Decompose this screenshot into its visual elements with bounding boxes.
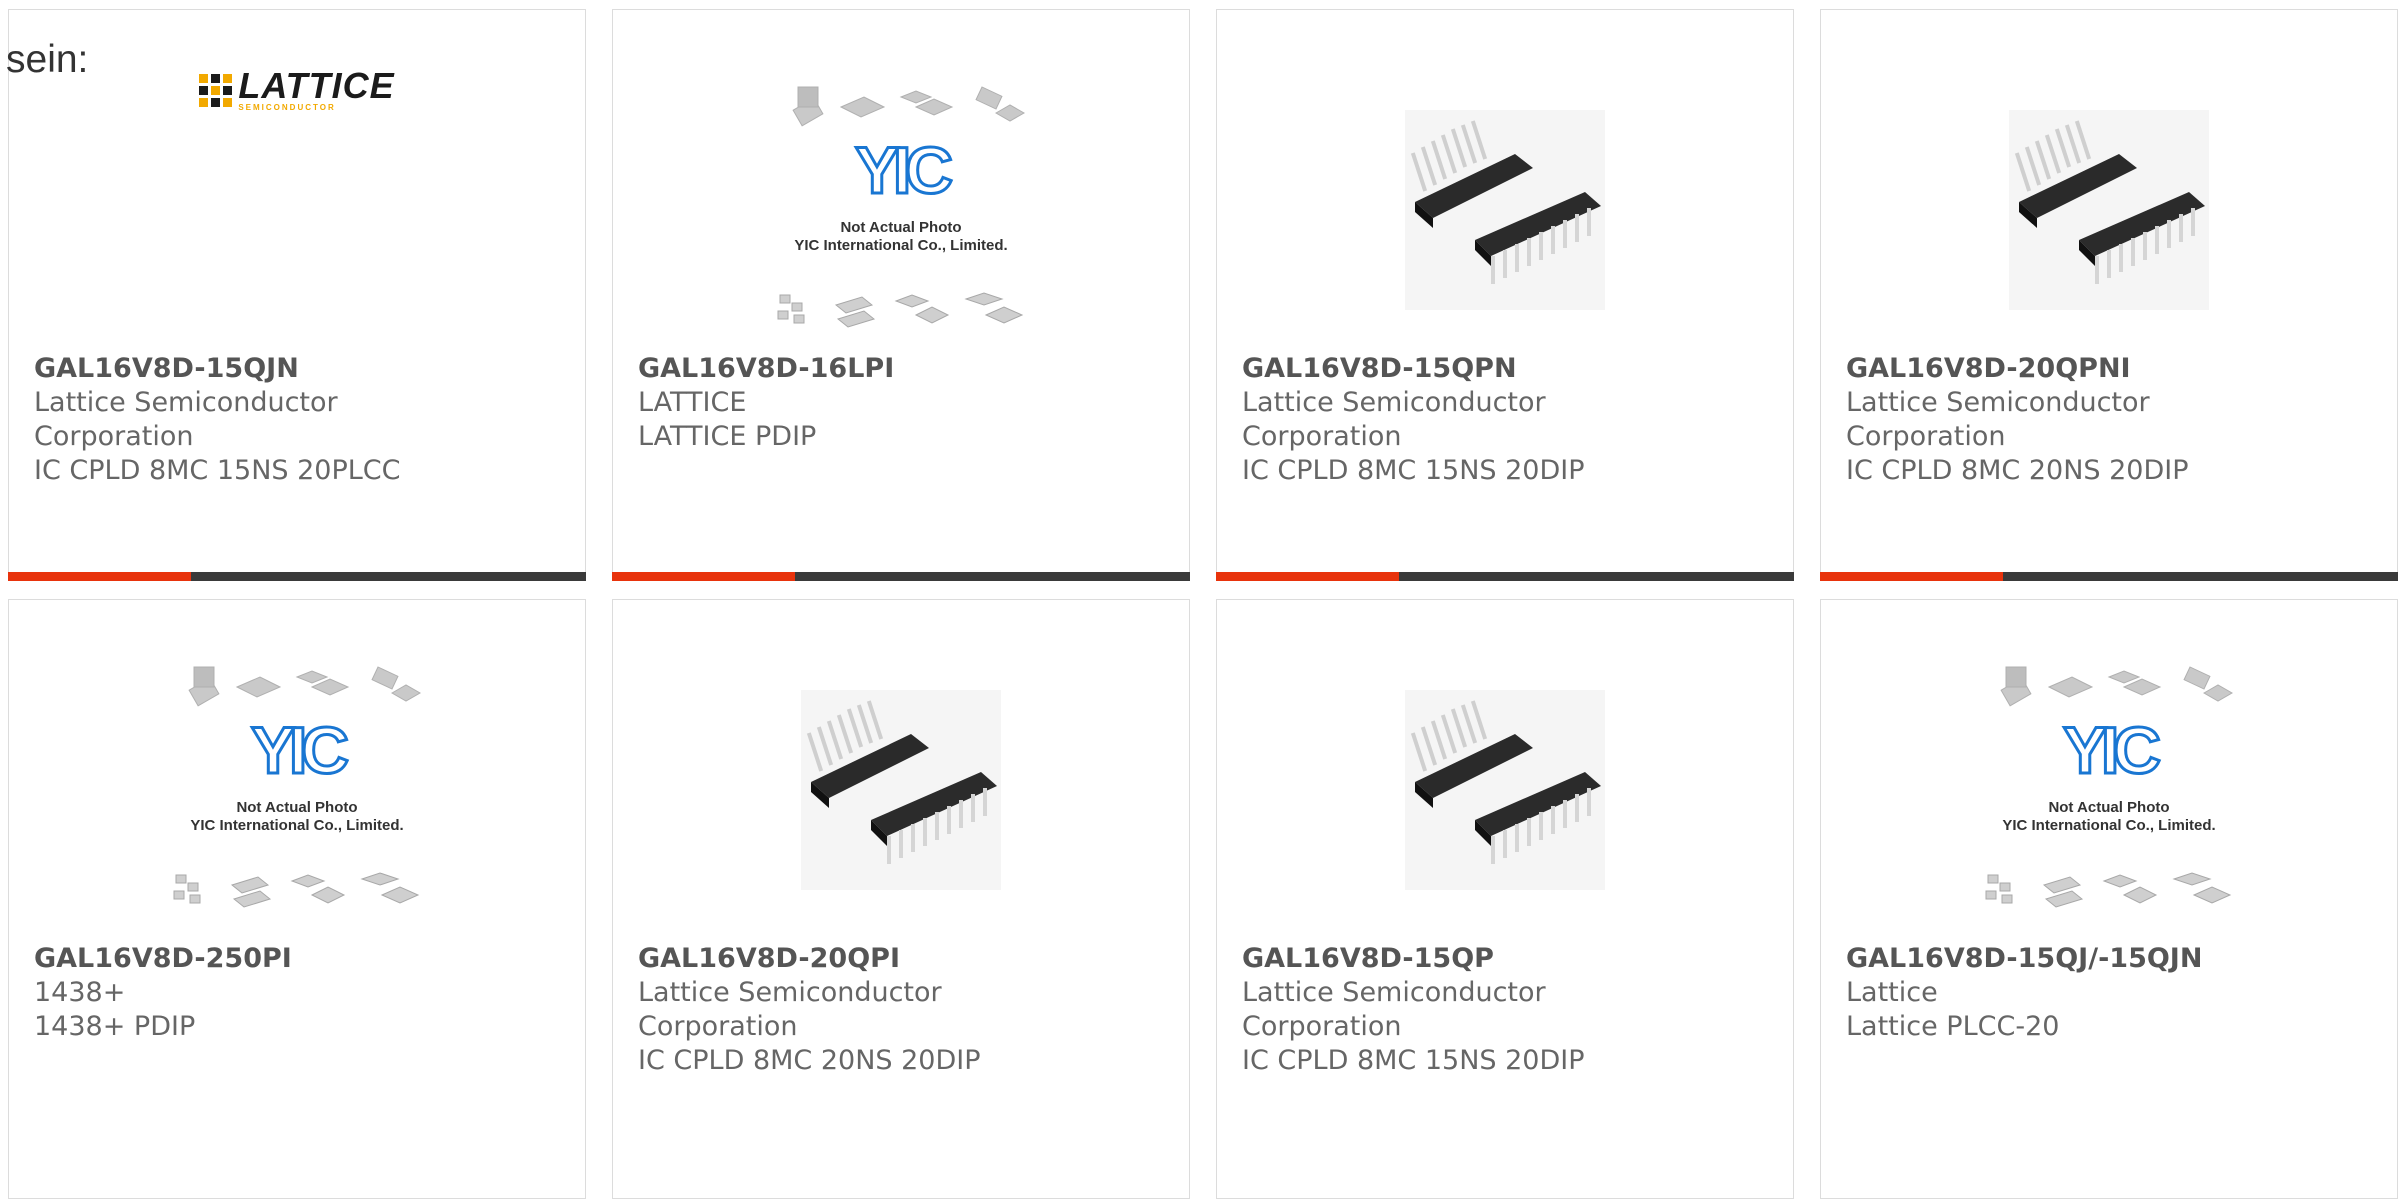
- manufacturer-cont: Corporation: [34, 421, 194, 452]
- product-image[interactable]: YIC Not Actual Photo YIC International C…: [613, 70, 1189, 350]
- intro-text: sein:: [6, 38, 89, 81]
- part-number-link[interactable]: GAL16V8D-16LPI: [638, 352, 1169, 386]
- manufacturer: LATTICE: [638, 387, 747, 418]
- description: IC CPLD 8MC 20NS 20DIP: [1846, 455, 2189, 486]
- manufacturer: Lattice Semiconductor: [638, 977, 942, 1008]
- product-image[interactable]: [1217, 70, 1793, 350]
- product-card[interactable]: GAL16V8D-15QPN Lattice Semiconductor Cor…: [1216, 9, 1794, 581]
- part-number-link[interactable]: GAL16V8D-15QPN: [1242, 352, 1773, 386]
- dip-chip-icon: [801, 690, 1001, 890]
- dip-chip-icon: [1405, 110, 1605, 310]
- product-image[interactable]: LATTICE SEMICONDUCTOR: [9, 67, 585, 350]
- description: LATTICE PDIP: [638, 421, 817, 452]
- product-card[interactable]: GAL16V8D-20QPI Lattice Semiconductor Cor…: [612, 599, 1190, 1199]
- product-card[interactable]: YIC Not Actual Photo YIC International C…: [1820, 599, 2398, 1199]
- product-image[interactable]: [1821, 70, 2397, 350]
- product-card[interactable]: YIC Not Actual Photo YIC International C…: [8, 599, 586, 1199]
- card-bottom-bar: [8, 572, 586, 581]
- manufacturer: 1438+: [34, 977, 126, 1008]
- part-number-link[interactable]: GAL16V8D-20QPI: [638, 942, 1169, 976]
- manufacturer: Lattice Semiconductor: [34, 387, 338, 418]
- product-card[interactable]: LATTICE SEMICONDUCTOR GAL16V8D-15QJN Lat…: [8, 9, 586, 581]
- product-card[interactable]: GAL16V8D-20QPNI Lattice Semiconductor Co…: [1820, 9, 2398, 581]
- part-number-link[interactable]: GAL16V8D-250PI: [34, 942, 565, 976]
- product-image[interactable]: [1217, 650, 1793, 930]
- manufacturer-cont: Corporation: [1242, 421, 1402, 452]
- description: IC CPLD 8MC 15NS 20DIP: [1242, 455, 1585, 486]
- description: 1438+ PDIP: [34, 1011, 196, 1042]
- card-bottom-bar: [612, 572, 1190, 581]
- product-image[interactable]: YIC Not Actual Photo YIC International C…: [9, 650, 585, 930]
- manufacturer-cont: Corporation: [1242, 1011, 1402, 1042]
- product-image[interactable]: [613, 650, 1189, 930]
- product-image[interactable]: YIC Not Actual Photo YIC International C…: [1821, 650, 2397, 930]
- part-number-link[interactable]: GAL16V8D-15QP: [1242, 942, 1773, 976]
- description: Lattice PLCC-20: [1846, 1011, 2060, 1042]
- manufacturer: Lattice Semiconductor: [1846, 387, 2150, 418]
- lattice-logo-icon: LATTICE SEMICONDUCTOR: [199, 67, 394, 112]
- manufacturer-cont: Corporation: [1846, 421, 2006, 452]
- card-bottom-bar: [1820, 572, 2398, 581]
- manufacturer: Lattice: [1846, 977, 1938, 1008]
- card-bottom-bar: [1216, 572, 1794, 581]
- yic-placeholder-icon: YIC Not Actual Photo YIC International C…: [162, 665, 432, 915]
- manufacturer: Lattice Semiconductor: [1242, 977, 1546, 1008]
- manufacturer: Lattice Semiconductor: [1242, 387, 1546, 418]
- yic-placeholder-icon: YIC Not Actual Photo YIC International C…: [766, 85, 1036, 335]
- description: IC CPLD 8MC 20NS 20DIP: [638, 1045, 981, 1076]
- manufacturer-cont: Corporation: [638, 1011, 798, 1042]
- product-card[interactable]: GAL16V8D-15QP Lattice Semiconductor Corp…: [1216, 599, 1794, 1199]
- description: IC CPLD 8MC 15NS 20PLCC: [34, 455, 401, 486]
- yic-placeholder-icon: YIC Not Actual Photo YIC International C…: [1974, 665, 2244, 915]
- description: IC CPLD 8MC 15NS 20DIP: [1242, 1045, 1585, 1076]
- part-number-link[interactable]: GAL16V8D-20QPNI: [1846, 352, 2377, 386]
- product-card[interactable]: YIC Not Actual Photo YIC International C…: [612, 9, 1190, 581]
- part-number-link[interactable]: GAL16V8D-15QJN: [34, 352, 565, 386]
- part-number-link[interactable]: GAL16V8D-15QJ/-15QJN: [1846, 942, 2377, 976]
- dip-chip-icon: [1405, 690, 1605, 890]
- dip-chip-icon: [2009, 110, 2209, 310]
